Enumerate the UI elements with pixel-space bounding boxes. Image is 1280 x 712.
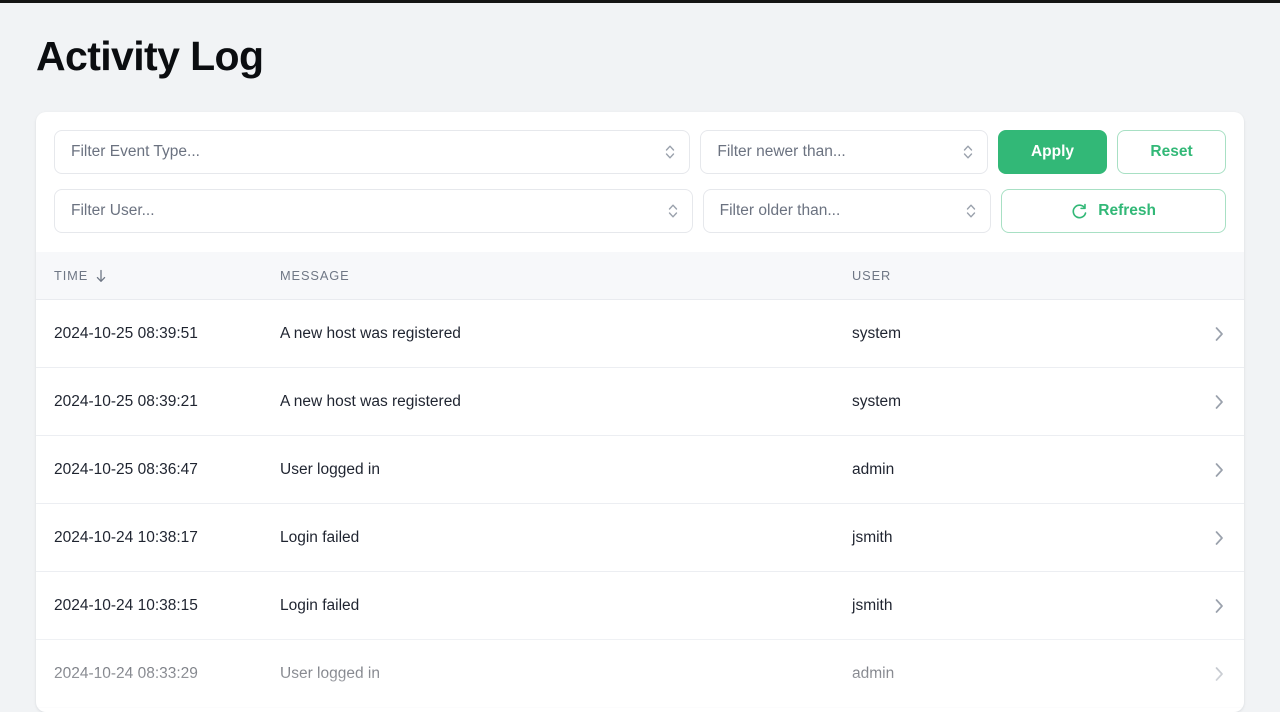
table-row[interactable]: 2024-10-24 08:33:29 User logged in admin <box>36 640 1244 708</box>
row-detail-chevron[interactable] <box>1194 324 1244 344</box>
cell-time: 2024-10-24 10:38:17 <box>54 528 198 546</box>
chevron-right-icon <box>1212 392 1226 412</box>
table-row[interactable]: 2024-10-25 08:39:51 A new host was regis… <box>36 300 1244 368</box>
cell-time: 2024-10-25 08:39:21 <box>54 392 198 410</box>
filter-newer-than-placeholder: Filter newer than... <box>717 143 846 160</box>
filter-event-type-placeholder: Filter Event Type... <box>71 143 200 160</box>
table-body: 2024-10-25 08:39:51 A new host was regis… <box>36 300 1244 708</box>
chevron-right-icon <box>1212 596 1226 616</box>
filter-row-2: Filter User... Filter older than... Refr… <box>54 189 1226 233</box>
apply-button[interactable]: Apply <box>998 130 1107 174</box>
cell-user: jsmith <box>852 596 893 614</box>
chevron-up-down-icon <box>965 202 977 220</box>
reset-button[interactable]: Reset <box>1117 130 1226 174</box>
filter-user-select[interactable]: Filter User... <box>54 189 693 233</box>
cell-user: system <box>852 392 902 410</box>
page-container: Activity Log Filter Event Type... Filter… <box>0 3 1280 712</box>
chevron-up-down-icon <box>664 143 676 161</box>
column-header-user[interactable]: USER <box>852 268 1244 283</box>
column-header-time[interactable]: TIME <box>36 268 280 283</box>
table-row[interactable]: 2024-10-25 08:39:21 A new host was regis… <box>36 368 1244 436</box>
chevron-right-icon <box>1212 528 1226 548</box>
table-row[interactable]: 2024-10-25 08:36:47 User logged in admin <box>36 436 1244 504</box>
filter-bar: Filter Event Type... Filter newer than..… <box>36 112 1244 252</box>
row-detail-chevron[interactable] <box>1194 460 1244 480</box>
chevron-right-icon <box>1212 324 1226 344</box>
cell-message: User logged in <box>280 460 380 478</box>
chevron-up-down-icon <box>962 143 974 161</box>
refresh-button-label: Refresh <box>1098 202 1156 219</box>
chevron-right-icon <box>1212 460 1226 480</box>
cell-message: A new host was registered <box>280 324 461 342</box>
filter-event-type-select[interactable]: Filter Event Type... <box>54 130 691 174</box>
cell-time: 2024-10-24 10:38:15 <box>54 596 198 614</box>
cell-user: jsmith <box>852 528 893 546</box>
row-detail-chevron[interactable] <box>1194 596 1244 616</box>
refresh-icon <box>1071 203 1088 220</box>
table-row[interactable]: 2024-10-24 10:38:15 Login failed jsmith <box>36 572 1244 640</box>
refresh-button[interactable]: Refresh <box>1001 189 1226 233</box>
page-title: Activity Log <box>36 33 264 79</box>
cell-message: A new host was registered <box>280 392 461 410</box>
filter-newer-than-select[interactable]: Filter newer than... <box>700 130 988 174</box>
activity-log-card: Filter Event Type... Filter newer than..… <box>36 112 1244 712</box>
filter-older-than-select[interactable]: Filter older than... <box>702 189 992 233</box>
row-detail-chevron[interactable] <box>1194 528 1244 548</box>
cell-time: 2024-10-25 08:39:51 <box>54 324 198 342</box>
cell-message: Login failed <box>280 596 360 614</box>
chevron-up-down-icon <box>667 202 679 220</box>
cell-time: 2024-10-25 08:36:47 <box>54 460 198 478</box>
column-header-message[interactable]: MESSAGE <box>280 268 852 283</box>
row-detail-chevron[interactable] <box>1194 392 1244 412</box>
activity-table: TIME MESSAGE USER 2024-10-25 08:39:51 A … <box>36 252 1244 712</box>
cell-user: admin <box>852 460 895 478</box>
column-header-time-label: TIME <box>54 268 89 283</box>
filter-row-1: Filter Event Type... Filter newer than..… <box>54 130 1226 174</box>
cell-time: 2024-10-24 08:33:29 <box>54 664 198 682</box>
cell-message: Login failed <box>280 528 360 546</box>
row-detail-chevron[interactable] <box>1194 664 1244 684</box>
chevron-right-icon <box>1212 664 1226 684</box>
cell-message: User logged in <box>280 664 380 682</box>
filter-older-than-placeholder: Filter older than... <box>719 202 841 219</box>
sort-descending-arrow-icon <box>95 269 107 283</box>
cell-user: system <box>852 324 902 342</box>
table-row[interactable]: 2024-10-24 10:38:17 Login failed jsmith <box>36 504 1244 572</box>
filter-user-placeholder: Filter User... <box>71 202 155 219</box>
table-header-row: TIME MESSAGE USER <box>36 252 1244 300</box>
cell-user: admin <box>852 664 895 682</box>
